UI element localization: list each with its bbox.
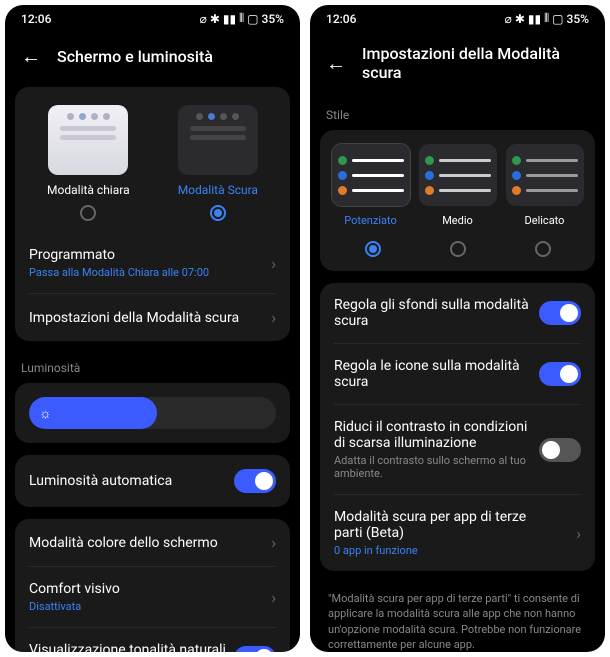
third-party-sub: 0 app in funzione xyxy=(334,544,554,557)
adjust-icons-row[interactable]: Regola le icone sulla modalità scura xyxy=(320,344,595,404)
brightness-card: ☼ xyxy=(15,383,290,443)
third-party-title: Modalità scura per app di terze parti (B… xyxy=(334,509,554,541)
bluetooth-icon: ✱ xyxy=(210,12,220,26)
mute-icon: ⌀ xyxy=(505,12,512,26)
brightness-section-label: Luminosità xyxy=(5,353,300,383)
chevron-icon: › xyxy=(271,308,276,327)
comfort-row[interactable]: Comfort visivo Disattivata › xyxy=(15,567,290,627)
dark-label: Modalità Scura xyxy=(178,183,258,197)
battery-icon: ▢ xyxy=(247,12,258,26)
enhanced-radio[interactable] xyxy=(365,241,381,257)
time: 12:06 xyxy=(326,12,356,26)
comfort-sub: Disattivata xyxy=(29,600,120,613)
light-label: Modalità chiara xyxy=(47,183,130,197)
dark-preview xyxy=(178,105,258,175)
theme-light-option[interactable]: Modalità chiara xyxy=(47,105,130,221)
chevron-icon: › xyxy=(271,588,276,607)
natural-tone-toggle[interactable] xyxy=(234,646,276,652)
adjust-wallpaper-label: Regola gli sfondi sulla modalità scura xyxy=(334,297,534,329)
adjust-icons-label: Regola le icone sulla modalità scura xyxy=(334,358,534,390)
brightness-slider[interactable]: ☼ xyxy=(29,397,276,429)
reduce-contrast-row[interactable]: Riduci il contrasto in condizioni di sca… xyxy=(320,405,595,494)
comfort-title: Comfort visivo xyxy=(29,581,120,597)
bluetooth-icon: ✱ xyxy=(515,12,525,26)
medium-radio[interactable] xyxy=(450,241,466,257)
light-radio[interactable] xyxy=(80,205,96,221)
style-section-label: Stile xyxy=(310,100,605,130)
style-medium[interactable]: Medio xyxy=(417,144,498,227)
header: ← Schermo e luminosità xyxy=(5,32,300,87)
style-card: Potenziato Medio Delicato xyxy=(320,130,595,271)
battery-icon: ▢ xyxy=(552,12,563,26)
color-mode-label: Modalità colore dello schermo xyxy=(29,535,218,551)
status-icons: ⌀ ✱ ▮▮ ⫴ ▢ 35% xyxy=(200,11,284,26)
dark-options-card: Regola gli sfondi sulla modalità scura R… xyxy=(320,283,595,571)
chevron-icon: › xyxy=(271,533,276,552)
sun-icon: ☼ xyxy=(39,405,52,422)
page-title: Schermo e luminosità xyxy=(57,47,213,66)
style-enhanced[interactable]: Potenziato xyxy=(330,144,411,227)
left-screen: 12:06 ⌀ ✱ ▮▮ ⫴ ▢ 35% ← Schermo e luminos… xyxy=(5,5,300,652)
display-options-card: Modalità colore dello schermo › Comfort … xyxy=(15,519,290,652)
status-icons: ⌀ ✱ ▮▮ ⫴ ▢ 35% xyxy=(505,11,589,26)
reduce-contrast-sub: Adatta il contrasto sullo schermo al tuo… xyxy=(334,454,534,480)
page-title: Impostazioni della Modalità scura xyxy=(362,44,589,82)
auto-brightness-toggle[interactable] xyxy=(234,469,276,493)
theme-card: Modalità chiara Modalità Scura xyxy=(15,87,290,341)
adjust-icons-toggle[interactable] xyxy=(539,362,581,386)
auto-brightness-label: Luminosità automatica xyxy=(29,473,172,489)
wifi-icon: ⫴ xyxy=(544,11,549,26)
natural-tone-row[interactable]: Visualizzazione tonalità naturali Regola… xyxy=(15,628,290,652)
reduce-contrast-toggle[interactable] xyxy=(539,438,581,462)
scheduled-sub: Passa alla Modalità Chiara alle 07:00 xyxy=(29,266,209,279)
style-gentle[interactable]: Delicato xyxy=(504,144,585,227)
style-select: Potenziato Medio Delicato xyxy=(320,130,595,237)
status-bar: 12:06 ⌀ ✱ ▮▮ ⫴ ▢ 35% xyxy=(5,5,300,32)
signal-icon: ▮▮ xyxy=(528,12,541,26)
medium-label: Medio xyxy=(442,214,473,227)
dark-radio[interactable] xyxy=(210,205,226,221)
third-party-row[interactable]: Modalità scura per app di terze parti (B… xyxy=(320,495,595,571)
adjust-wallpaper-toggle[interactable] xyxy=(539,301,581,325)
back-icon[interactable]: ← xyxy=(326,51,346,76)
mute-icon: ⌀ xyxy=(200,12,207,26)
theme-select: Modalità chiara Modalità Scura xyxy=(15,87,290,233)
reduce-contrast-title: Riduci il contrasto in condizioni di sca… xyxy=(334,419,534,451)
battery-pct: 35% xyxy=(567,12,589,26)
header: ← Impostazioni della Modalità scura xyxy=(310,32,605,100)
chevron-icon: › xyxy=(576,524,581,543)
adjust-wallpaper-row[interactable]: Regola gli sfondi sulla modalità scura xyxy=(320,283,595,343)
dark-settings-row[interactable]: Impostazioni della Modalità scura › xyxy=(15,294,290,341)
signal-icon: ▮▮ xyxy=(223,12,236,26)
gentle-radio[interactable] xyxy=(535,241,551,257)
footer-note: "Modalità scura per app di terze parti" … xyxy=(310,583,605,652)
enhanced-label: Potenziato xyxy=(344,214,397,227)
theme-dark-option[interactable]: Modalità Scura xyxy=(178,105,258,221)
scheduled-title: Programmato xyxy=(29,247,209,263)
light-preview xyxy=(48,105,128,175)
dark-settings-label: Impostazioni della Modalità scura xyxy=(29,310,239,326)
color-mode-row[interactable]: Modalità colore dello schermo › xyxy=(15,519,290,566)
auto-brightness-row[interactable]: Luminosità automatica xyxy=(15,455,290,507)
chevron-icon: › xyxy=(271,254,276,273)
auto-brightness-card: Luminosità automatica xyxy=(15,455,290,507)
natural-tone-title: Visualizzazione tonalità naturali xyxy=(29,642,226,652)
status-bar: 12:06 ⌀ ✱ ▮▮ ⫴ ▢ 35% xyxy=(310,5,605,32)
back-icon[interactable]: ← xyxy=(21,44,41,69)
battery-pct: 35% xyxy=(262,12,284,26)
scheduled-row[interactable]: Programmato Passa alla Modalità Chiara a… xyxy=(15,233,290,293)
right-screen: 12:06 ⌀ ✱ ▮▮ ⫴ ▢ 35% ← Impostazioni dell… xyxy=(310,5,605,652)
gentle-label: Delicato xyxy=(525,214,565,227)
time: 12:06 xyxy=(21,12,51,26)
wifi-icon: ⫴ xyxy=(239,11,244,26)
